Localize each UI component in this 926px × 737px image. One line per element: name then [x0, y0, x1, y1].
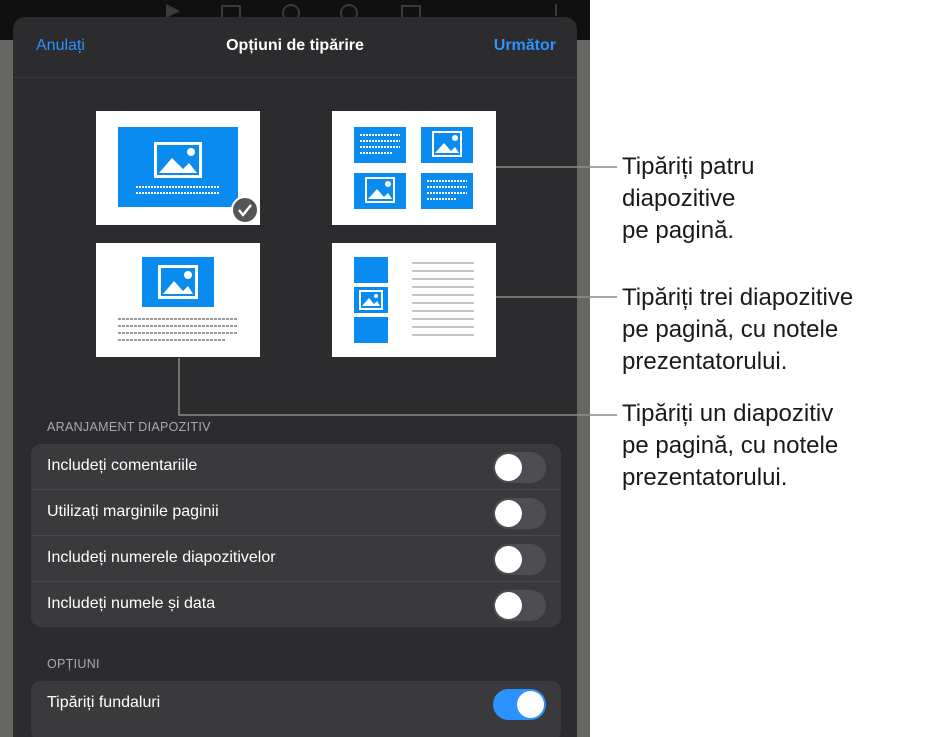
- callout-four-slides: Tipăriți patru diapozitive pe pagină.: [622, 153, 755, 244]
- callout-line-one-slide-notes: [178, 358, 617, 416]
- callout-one-slide-notes: Tipăriți un diapozitiv pe pagină, cu not…: [622, 400, 839, 491]
- callout-three-slides-notes: Tipăriți trei diapozitive pe pagină, cu …: [622, 284, 854, 375]
